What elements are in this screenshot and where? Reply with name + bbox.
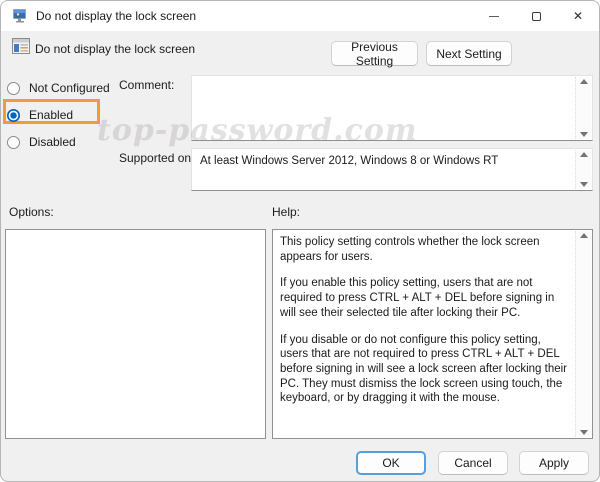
help-panel[interactable]: This policy setting controls whether the… (272, 229, 593, 439)
radio-label-not-configured[interactable]: Not Configured (29, 81, 110, 95)
comment-textarea[interactable] (191, 75, 593, 141)
radio-label-enabled[interactable]: Enabled (29, 108, 73, 122)
scroll-down-icon[interactable] (580, 132, 588, 137)
policy-dialog-window: Do not display the lock screen ✕ Do not … (0, 0, 600, 482)
ok-button[interactable]: OK (356, 451, 426, 475)
supported-on-textarea[interactable]: At least Windows Server 2012, Windows 8 … (191, 148, 593, 191)
radio-circle-disabled[interactable] (7, 136, 20, 149)
close-icon: ✕ (573, 10, 583, 22)
policy-title: Do not display the lock screen (35, 42, 195, 56)
supported-scrollbar[interactable] (575, 150, 591, 189)
titlebar: Do not display the lock screen ✕ (1, 1, 599, 31)
comment-label: Comment: (119, 78, 174, 92)
radio-enabled[interactable]: Enabled (7, 108, 73, 122)
options-label: Options: (9, 205, 54, 219)
scroll-up-icon[interactable] (580, 79, 588, 84)
apply-button[interactable]: Apply (519, 451, 589, 475)
maximize-icon (532, 12, 541, 21)
group-policy-monitor-icon (12, 8, 28, 24)
help-label: Help: (272, 205, 300, 219)
help-text: This policy setting controls whether the… (273, 230, 592, 406)
radio-circle-not-configured[interactable] (7, 82, 20, 95)
window-controls: ✕ (473, 1, 599, 31)
comment-scrollbar[interactable] (575, 77, 591, 139)
radio-circle-enabled[interactable] (7, 109, 20, 122)
radio-disabled[interactable]: Disabled (7, 135, 76, 149)
radio-not-configured[interactable]: Not Configured (7, 81, 110, 95)
help-paragraph: If you enable this policy setting, users… (280, 276, 568, 320)
options-panel (5, 229, 266, 439)
previous-setting-button[interactable]: Previous Setting (331, 41, 418, 66)
scroll-up-icon[interactable] (580, 233, 588, 238)
radio-label-disabled[interactable]: Disabled (29, 135, 76, 149)
help-scrollbar[interactable] (575, 231, 591, 437)
scroll-down-icon[interactable] (580, 430, 588, 435)
maximize-button[interactable] (515, 1, 557, 31)
minimize-button[interactable] (473, 1, 515, 31)
help-paragraph: This policy setting controls whether the… (280, 235, 568, 264)
next-setting-button[interactable]: Next Setting (426, 41, 512, 66)
cancel-button[interactable]: Cancel (438, 451, 508, 475)
supported-on-value: At least Windows Server 2012, Windows 8 … (192, 149, 592, 167)
minimize-icon (489, 16, 499, 17)
scroll-up-icon[interactable] (580, 152, 588, 157)
help-paragraph: If you disable or do not configure this … (280, 333, 568, 407)
supported-on-label: Supported on: (119, 151, 194, 165)
scroll-down-icon[interactable] (580, 182, 588, 187)
policy-setting-icon (12, 38, 30, 54)
close-button[interactable]: ✕ (557, 1, 599, 31)
window-title: Do not display the lock screen (36, 9, 196, 23)
